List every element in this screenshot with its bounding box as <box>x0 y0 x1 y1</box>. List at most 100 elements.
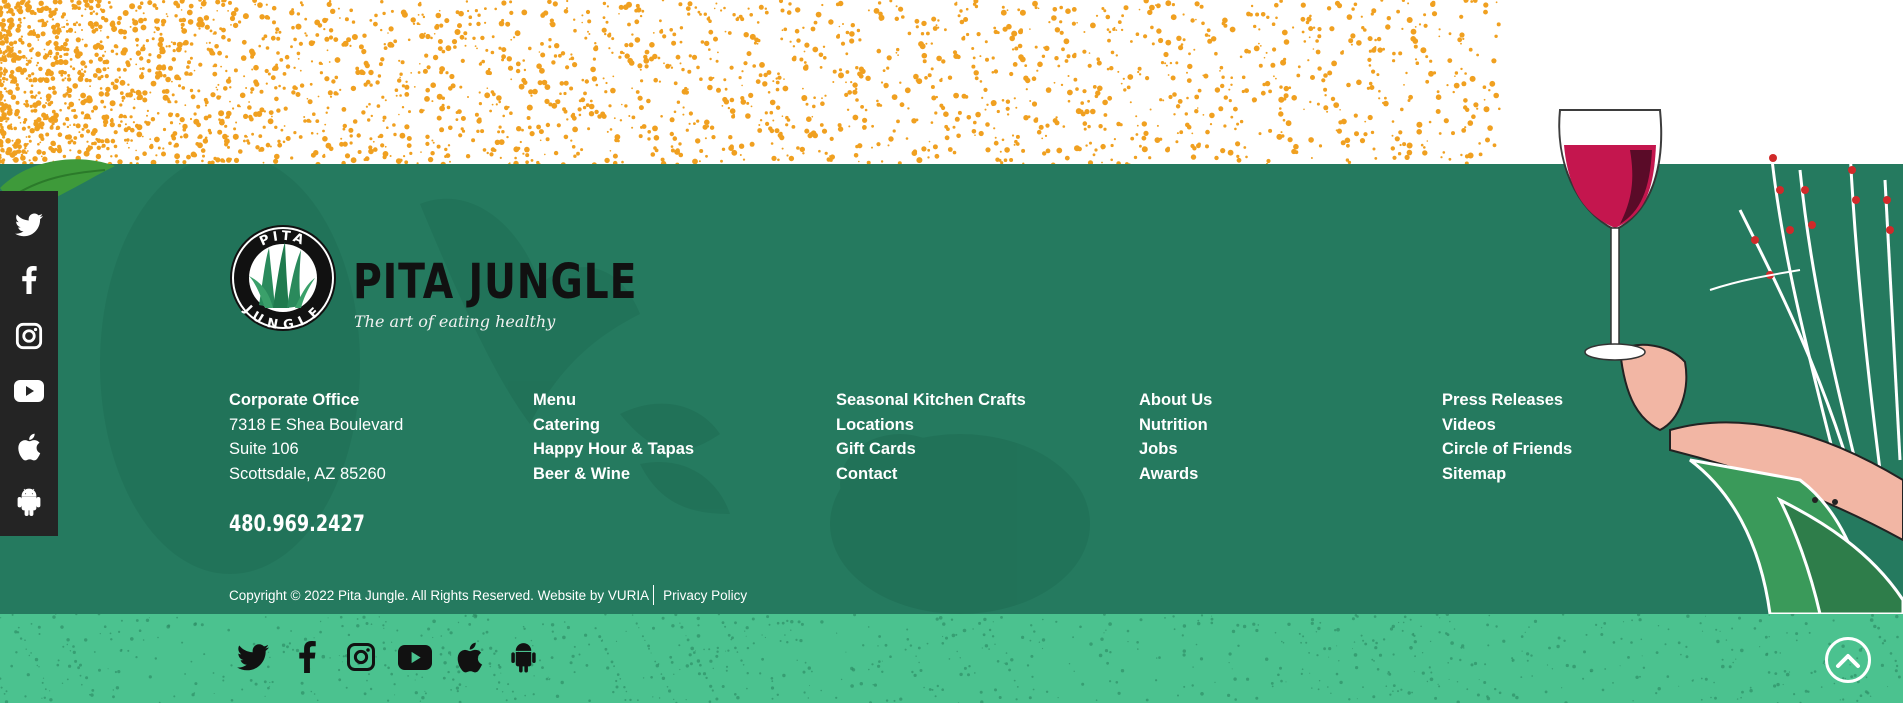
speckle-dot <box>1029 639 1032 642</box>
youtube-icon[interactable] <box>14 376 44 406</box>
speckle-dot <box>521 77 527 83</box>
twitter-icon[interactable] <box>14 210 44 240</box>
speckle-dot <box>258 44 262 48</box>
android-icon[interactable] <box>14 487 44 517</box>
speckle-dot <box>1454 71 1459 75</box>
facebook-icon[interactable] <box>290 640 324 674</box>
speckle-dot <box>310 690 313 693</box>
speckle-dot <box>678 2 683 7</box>
speckle-dot <box>1191 132 1194 135</box>
speckle-dot <box>339 615 343 619</box>
phone-number[interactable]: 480.969.2427 <box>229 512 365 537</box>
footer-link-locations[interactable]: Locations <box>836 413 1126 438</box>
footer-link-jobs[interactable]: Jobs <box>1139 437 1429 462</box>
speckle-dot <box>482 632 485 635</box>
speckle-dot <box>1079 625 1082 629</box>
speckle-dot <box>1422 150 1428 156</box>
back-to-top-button[interactable] <box>1825 637 1871 683</box>
speckle-dot <box>34 657 39 662</box>
speckle-dot <box>1024 64 1028 67</box>
apple-icon[interactable] <box>14 432 44 462</box>
speckle-dot <box>1236 122 1240 126</box>
speckle-dot <box>1338 660 1340 662</box>
speckle-dot <box>729 108 736 114</box>
footer-link-seasonal-kitchen-crafts[interactable]: Seasonal Kitchen Crafts <box>836 388 1126 413</box>
speckle-dot <box>1421 671 1425 675</box>
speckle-dot <box>223 86 228 91</box>
privacy-policy-link[interactable]: Privacy Policy <box>663 588 747 603</box>
speckle-dot <box>23 90 27 94</box>
speckle-dot <box>1135 115 1138 118</box>
speckle-dot <box>631 33 634 36</box>
speckle-dot <box>293 66 296 70</box>
footer-link-contact[interactable]: Contact <box>836 462 1126 487</box>
speckle-dot <box>602 16 606 19</box>
facebook-icon[interactable] <box>14 265 44 295</box>
footer-link-beer-wine[interactable]: Beer & Wine <box>533 462 823 487</box>
speckle-dot <box>507 65 514 71</box>
speckle-dot <box>0 617 2 619</box>
speckle-dot <box>934 111 938 115</box>
speckle-dot <box>1175 61 1179 65</box>
speckle-dot <box>598 635 602 639</box>
speckle-dot <box>187 60 191 65</box>
speckle-dot <box>635 90 640 94</box>
android-icon[interactable] <box>506 640 540 674</box>
speckle-dot <box>381 95 385 99</box>
footer-link-gift-cards[interactable]: Gift Cards <box>836 437 1126 462</box>
speckle-dot <box>1013 143 1016 146</box>
speckle-dot <box>208 48 214 54</box>
speckle-dot <box>95 3 101 9</box>
speckle-dot <box>606 5 610 8</box>
speckle-dot <box>61 682 64 684</box>
speckle-dot <box>1162 99 1165 102</box>
speckle-dot <box>1382 47 1385 51</box>
speckle-dot <box>1145 76 1150 81</box>
footer-link-catering[interactable]: Catering <box>533 413 823 438</box>
footer-link-happy-hour[interactable]: Happy Hour & Tapas <box>533 437 823 462</box>
speckle-dot <box>1098 124 1103 129</box>
instagram-icon[interactable] <box>344 640 378 674</box>
speckle-dot <box>1266 158 1271 164</box>
speckle-dot <box>249 679 253 682</box>
speckle-dot <box>612 75 615 78</box>
speckle-dot <box>1052 7 1058 12</box>
footer-link-nutrition[interactable]: Nutrition <box>1139 413 1429 438</box>
speckle-dot <box>1098 653 1103 658</box>
footer-link-menu[interactable]: Menu <box>533 388 823 413</box>
speckle-dot <box>709 125 715 130</box>
speckle-dot <box>346 37 352 43</box>
speckle-dot <box>1585 633 1588 636</box>
speckle-dot <box>876 102 881 107</box>
speckle-dot <box>303 116 306 118</box>
speckle-dot <box>609 128 613 131</box>
speckle-dot <box>382 119 385 123</box>
speckle-dot <box>1101 7 1105 10</box>
speckle-dot <box>198 62 203 67</box>
speckle-dot <box>363 82 368 87</box>
speckle-dot <box>1448 32 1452 36</box>
speckle-dot <box>915 79 919 82</box>
speckle-dot <box>229 100 231 103</box>
speckle-dot <box>734 693 737 696</box>
speckle-dot <box>855 144 859 149</box>
apple-icon[interactable] <box>452 640 486 674</box>
speckle-dot <box>328 61 331 63</box>
speckle-dot <box>1411 633 1415 636</box>
twitter-icon[interactable] <box>236 640 270 674</box>
speckle-dot <box>229 86 232 89</box>
youtube-icon[interactable] <box>398 640 432 674</box>
speckle-dot <box>688 653 692 657</box>
speckle-dot <box>485 630 489 634</box>
speckle-dot <box>109 632 112 635</box>
speckle-dot <box>81 68 83 71</box>
instagram-icon[interactable] <box>14 321 44 351</box>
speckle-dot <box>322 154 326 158</box>
footer-link-awards[interactable]: Awards <box>1139 462 1429 487</box>
speckle-dot <box>1159 98 1163 102</box>
footer-link-about-us[interactable]: About Us <box>1139 388 1429 413</box>
speckle-dot <box>1551 668 1554 670</box>
pita-jungle-logo[interactable]: PITA JUNGLE PITA JUNGLE The art of eatin… <box>229 220 636 340</box>
speckle-dot <box>634 19 640 25</box>
speckle-dot <box>1768 614 1770 616</box>
